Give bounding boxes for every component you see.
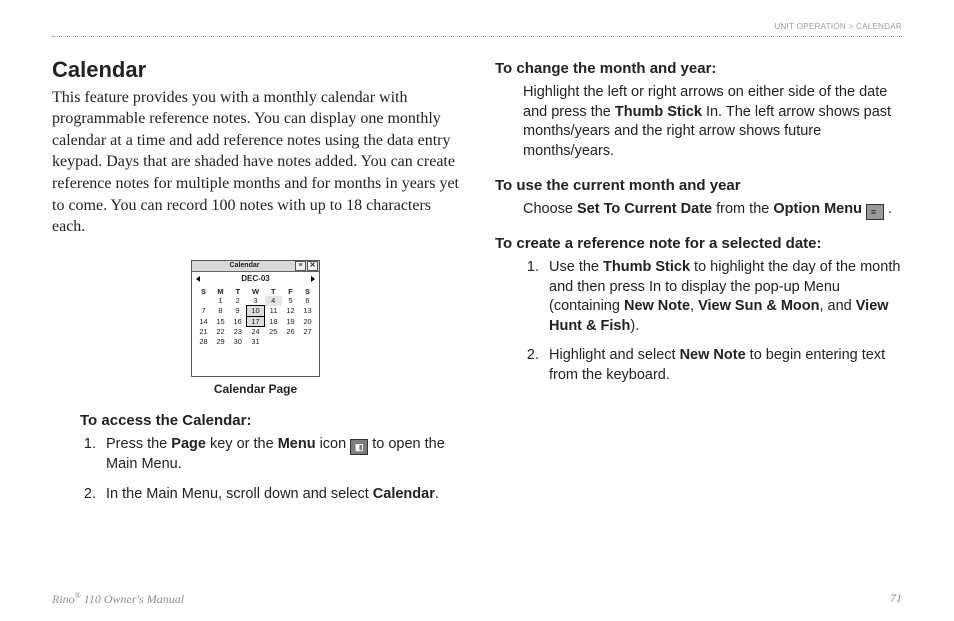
calendar-row: 14151617181920: [195, 316, 316, 326]
calendar-cell: 24: [247, 327, 265, 337]
next-month-icon: [311, 276, 315, 282]
calendar-cell: 16: [229, 316, 247, 326]
calendar-month-label: DEC-03: [241, 274, 269, 285]
column-right: To change the month and year: Highlight …: [495, 45, 902, 514]
option-menu-icon: ≡: [295, 261, 306, 271]
footer-left: Rino® 110 Owner's Manual: [52, 591, 184, 607]
list-item: Press the Page key or the Menu icon ◧ to…: [100, 435, 459, 475]
column-left: Calendar This feature provides you with …: [52, 45, 459, 514]
menu-icon: ◧: [350, 439, 368, 455]
calendar-cell: 2: [229, 296, 247, 306]
calendar-cell: 20: [299, 316, 316, 326]
breadcrumb-sep: >: [846, 20, 856, 32]
calendar-weekday: T: [265, 287, 283, 296]
calendar-cell: 7: [195, 306, 212, 316]
calendar-month-nav: DEC-03: [192, 272, 319, 287]
calendar-window: Calendar ≡ ✕ DEC-03 SMTWTFS 123456789101…: [191, 260, 320, 377]
calendar-body: 1234567891011121314151617181920212223242…: [195, 296, 316, 346]
current-heading: To use the current month and year: [495, 176, 902, 196]
calendar-cell: 31: [247, 337, 265, 346]
calendar-page-figure: Calendar ≡ ✕ DEC-03 SMTWTFS 123456789101…: [52, 260, 459, 397]
intro-text: This feature provides you with a monthly…: [52, 87, 459, 238]
breadcrumb-page: Calendar: [856, 20, 902, 32]
calendar-cell: 27: [299, 327, 316, 337]
calendar-weekday: F: [282, 287, 299, 296]
create-steps: Use the Thumb Stick to highlight the day…: [495, 258, 902, 385]
prev-month-icon: [196, 276, 200, 282]
calendar-cell: [282, 337, 299, 346]
access-steps: Press the Page key or the Menu icon ◧ to…: [52, 435, 459, 504]
list-item: Highlight and select New Note to begin e…: [543, 346, 902, 385]
footer: Rino® 110 Owner's Manual 71: [52, 591, 902, 607]
calendar-window-title: Calendar: [193, 261, 294, 270]
create-heading: To create a reference note for a selecte…: [495, 234, 902, 254]
calendar-weekday: T: [229, 287, 247, 296]
calendar-cell: 4: [265, 296, 283, 306]
change-body: Highlight the left or right arrows on ei…: [523, 83, 902, 161]
calendar-grid: SMTWTFS 12345678910111213141516171819202…: [195, 287, 316, 346]
calendar-cell: 26: [282, 327, 299, 337]
calendar-cell: [195, 296, 212, 306]
breadcrumb-section: Unit Operation: [774, 20, 846, 32]
header-rule: [52, 36, 902, 37]
option-menu-icon: ≡: [866, 204, 884, 220]
calendar-weekday: S: [299, 287, 316, 296]
calendar-cell: 21: [195, 327, 212, 337]
calendar-cell: 29: [212, 337, 229, 346]
calendar-cell: [299, 337, 316, 346]
change-heading: To change the month and year:: [495, 59, 902, 79]
calendar-cell: 17: [247, 316, 265, 326]
calendar-cell: 22: [212, 327, 229, 337]
calendar-cell: 30: [229, 337, 247, 346]
calendar-cell: 11: [265, 306, 283, 316]
breadcrumb: Unit Operation > Calendar: [52, 20, 902, 32]
list-item: Use the Thumb Stick to highlight the day…: [543, 258, 902, 336]
calendar-row: 21222324252627: [195, 327, 316, 337]
calendar-row: 28293031: [195, 337, 316, 346]
calendar-cell: 18: [265, 316, 283, 326]
calendar-weekday: W: [247, 287, 265, 296]
calendar-cell: 8: [212, 306, 229, 316]
calendar-cell: 19: [282, 316, 299, 326]
calendar-cell: 3: [247, 296, 265, 306]
calendar-cell: 6: [299, 296, 316, 306]
calendar-cell: 5: [282, 296, 299, 306]
calendar-cell: 14: [195, 316, 212, 326]
current-body: Choose Set To Current Date from the Opti…: [523, 200, 902, 220]
calendar-weekday: M: [212, 287, 229, 296]
calendar-cell: 15: [212, 316, 229, 326]
calendar-cell: 12: [282, 306, 299, 316]
calendar-caption: Calendar Page: [52, 381, 459, 397]
calendar-weekday: S: [195, 287, 212, 296]
page-number: 71: [890, 591, 902, 607]
calendar-cell: 23: [229, 327, 247, 337]
calendar-weekday-row: SMTWTFS: [195, 287, 316, 296]
calendar-titlebar: Calendar ≡ ✕: [192, 261, 319, 272]
calendar-cell: 9: [229, 306, 247, 316]
calendar-row: 78910111213: [195, 306, 316, 316]
calendar-cell: 1: [212, 296, 229, 306]
list-item: In the Main Menu, scroll down and select…: [100, 485, 459, 505]
page-title: Calendar: [52, 55, 459, 85]
calendar-row: 123456: [195, 296, 316, 306]
calendar-cell: 25: [265, 327, 283, 337]
calendar-cell: [265, 337, 283, 346]
calendar-cell: 13: [299, 306, 316, 316]
close-icon: ✕: [307, 261, 318, 271]
calendar-cell: 10: [247, 306, 265, 316]
access-heading: To access the Calendar:: [80, 411, 459, 431]
calendar-cell: 28: [195, 337, 212, 346]
